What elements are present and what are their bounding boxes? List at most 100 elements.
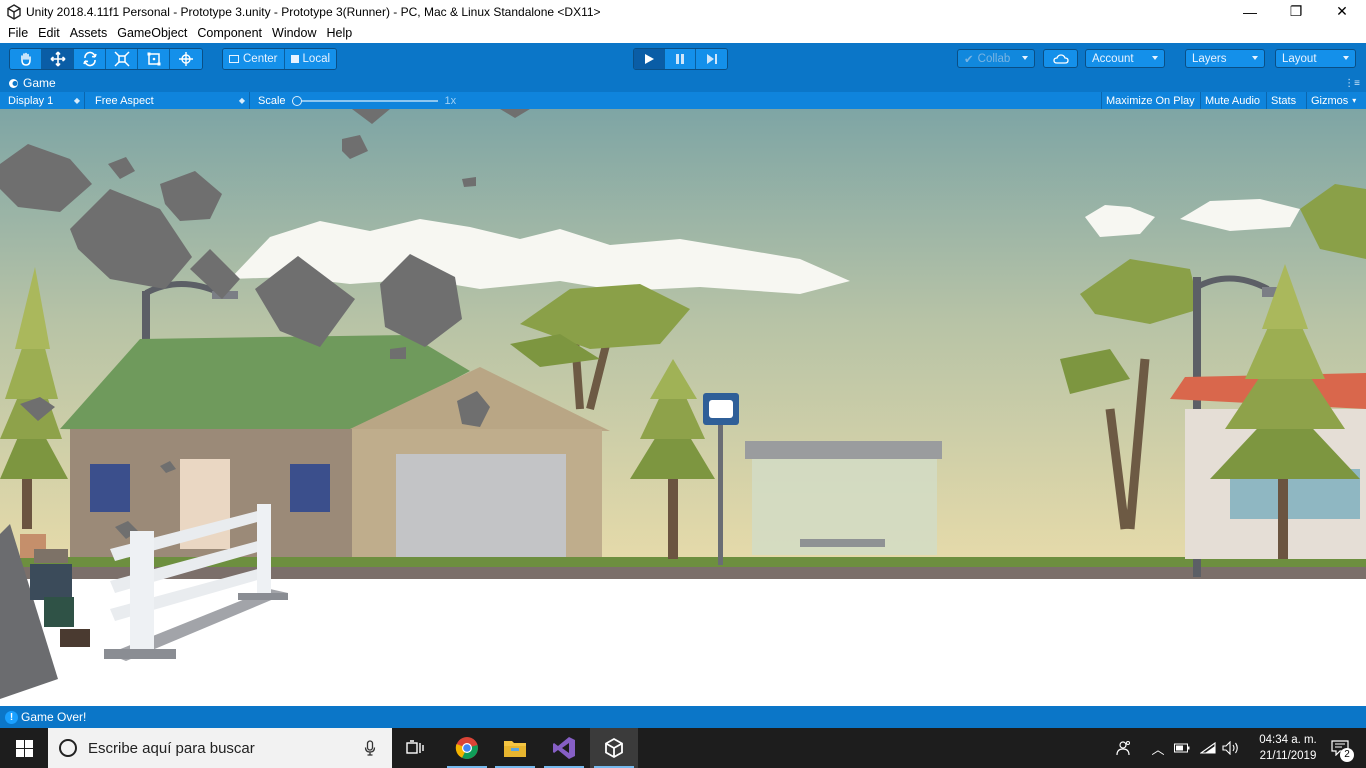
pivot-mode-label: Center bbox=[243, 53, 278, 65]
volume-icon bbox=[1222, 741, 1238, 755]
people-icon bbox=[1116, 741, 1130, 756]
taskbar-clock[interactable]: 04:34 a. m. 21/11/2019 bbox=[1254, 732, 1322, 764]
move-tool-button[interactable] bbox=[42, 49, 74, 69]
pivot-rotation-label: Local bbox=[302, 53, 331, 65]
display-label: Display 1 bbox=[8, 94, 54, 107]
people-button[interactable] bbox=[1112, 728, 1136, 768]
search-placeholder: Escribe aquí para buscar bbox=[88, 739, 255, 757]
start-button[interactable] bbox=[0, 728, 48, 768]
stats-toggle[interactable]: Stats bbox=[1266, 92, 1300, 109]
restore-button[interactable]: ❐ bbox=[1273, 0, 1319, 23]
file-explorer-taskbar-button[interactable] bbox=[491, 728, 539, 768]
chevron-down-icon bbox=[1152, 56, 1158, 60]
unity-icon bbox=[605, 737, 623, 759]
account-dropdown[interactable]: Account bbox=[1085, 49, 1165, 68]
menu-help[interactable]: Help bbox=[322, 26, 356, 40]
move-icon bbox=[50, 51, 65, 67]
show-hidden-icons-button[interactable]: ︿ bbox=[1148, 728, 1168, 768]
menu-window[interactable]: Window bbox=[268, 26, 320, 40]
mute-audio-toggle[interactable]: Mute Audio bbox=[1200, 92, 1264, 109]
scale-slider-track bbox=[291, 99, 438, 102]
tab-game-label: Game bbox=[23, 76, 56, 90]
maximize-on-play-toggle[interactable]: Maximize On Play bbox=[1101, 92, 1199, 109]
tab-game[interactable]: Game bbox=[0, 76, 56, 90]
scale-control: Scale 1x bbox=[250, 92, 470, 109]
transform-tools bbox=[9, 48, 203, 70]
stats-label: Stats bbox=[1271, 94, 1297, 107]
menu-edit[interactable]: Edit bbox=[34, 26, 64, 40]
minimize-button[interactable]: — bbox=[1227, 0, 1273, 23]
hand-tool-button[interactable] bbox=[10, 49, 42, 69]
battery-indicator[interactable] bbox=[1172, 728, 1192, 768]
wifi-icon bbox=[1200, 742, 1216, 754]
transform-icon bbox=[179, 52, 193, 66]
layers-dropdown[interactable]: Layers bbox=[1185, 49, 1265, 68]
main-toolbar: Center Local ✔ Collab Account Layers Lay… bbox=[0, 43, 1366, 74]
step-button[interactable] bbox=[696, 49, 727, 69]
task-view-button[interactable] bbox=[392, 728, 440, 768]
menu-component[interactable]: Component bbox=[193, 26, 266, 40]
scale-icon bbox=[113, 51, 130, 67]
taskbar-search-box[interactable]: Escribe aquí para buscar bbox=[48, 728, 392, 768]
layout-dropdown[interactable]: Layout bbox=[1275, 49, 1356, 68]
chevron-down-icon: ▾ bbox=[1352, 96, 1357, 105]
notification-badge: 2 bbox=[1340, 748, 1354, 762]
menu-gameobject[interactable]: GameObject bbox=[113, 26, 191, 40]
cortana-icon bbox=[59, 739, 77, 757]
visual-studio-taskbar-button[interactable] bbox=[540, 728, 588, 768]
transform-tool-button[interactable] bbox=[170, 49, 202, 69]
collab-label: Collab bbox=[977, 52, 1011, 65]
pivot-mode-button[interactable]: Center bbox=[223, 49, 285, 69]
scale-slider-thumb[interactable] bbox=[291, 95, 302, 106]
chevron-up-icon: ︿ bbox=[1151, 741, 1165, 757]
unity-logo-icon bbox=[7, 3, 21, 20]
status-bar[interactable]: ! Game Over! bbox=[0, 706, 1366, 728]
status-message: Game Over! bbox=[21, 710, 87, 724]
title-bar: Unity 2018.4.11f1 Personal - Prototype 3… bbox=[0, 0, 1366, 23]
pivot-center-icon bbox=[229, 55, 239, 63]
windows-taskbar: Escribe aquí para buscar ︿ 04:34 a. m. 2… bbox=[0, 728, 1366, 768]
volume-indicator[interactable] bbox=[1220, 728, 1242, 768]
game-view-toolbar: Display 1 ◆ Free Aspect ◆ Scale 1x Maxim… bbox=[0, 92, 1366, 109]
chrome-taskbar-button[interactable] bbox=[443, 728, 491, 768]
gizmos-dropdown[interactable]: Gizmos ▾ bbox=[1306, 92, 1366, 109]
pivot-toggles: Center Local bbox=[222, 48, 338, 70]
menu-file[interactable]: File bbox=[4, 26, 32, 40]
action-center-button[interactable]: 2 bbox=[1320, 728, 1360, 768]
local-cube-icon bbox=[290, 55, 299, 63]
bus-shelter bbox=[745, 441, 942, 555]
cloud-icon bbox=[1052, 53, 1069, 64]
scale-tool-button[interactable] bbox=[106, 49, 138, 69]
tab-menu-icon[interactable]: ⋮≡ bbox=[1344, 78, 1360, 89]
ground bbox=[0, 579, 1366, 706]
scale-slider[interactable] bbox=[291, 95, 438, 106]
info-icon: ! bbox=[5, 710, 18, 724]
aspect-dropdown[interactable]: Free Aspect ◆ bbox=[87, 92, 250, 109]
cloud-button[interactable] bbox=[1043, 49, 1078, 68]
microphone-icon[interactable] bbox=[364, 740, 376, 756]
task-view-icon bbox=[406, 740, 424, 754]
pivot-rotation-button[interactable]: Local bbox=[284, 49, 337, 69]
display-dropdown[interactable]: Display 1 ◆ bbox=[0, 92, 85, 109]
battery-icon bbox=[1174, 743, 1190, 753]
game-viewport[interactable] bbox=[0, 109, 1366, 706]
step-icon bbox=[706, 54, 717, 64]
rotate-icon bbox=[82, 51, 97, 67]
wifi-indicator[interactable] bbox=[1198, 728, 1218, 768]
rotate-tool-button[interactable] bbox=[74, 49, 106, 69]
play-button[interactable] bbox=[634, 49, 665, 69]
close-button[interactable]: ✕ bbox=[1319, 0, 1365, 23]
menu-assets[interactable]: Assets bbox=[66, 26, 112, 40]
unity-taskbar-button[interactable] bbox=[590, 728, 638, 768]
play-icon bbox=[645, 54, 654, 64]
window-title: Unity 2018.4.11f1 Personal - Prototype 3… bbox=[26, 4, 601, 19]
menu-bar: File Edit Assets GameObject Component Wi… bbox=[0, 23, 1366, 43]
chevron-down-icon bbox=[1343, 56, 1349, 60]
chevron-updown-icon: ◆ bbox=[73, 96, 80, 105]
collab-dropdown[interactable]: ✔ Collab bbox=[957, 49, 1035, 68]
layers-label: Layers bbox=[1192, 52, 1227, 65]
rect-tool-button[interactable] bbox=[138, 49, 170, 69]
pause-button[interactable] bbox=[665, 49, 696, 69]
maximize-on-play-label: Maximize On Play bbox=[1106, 94, 1195, 107]
chrome-icon bbox=[455, 737, 478, 759]
